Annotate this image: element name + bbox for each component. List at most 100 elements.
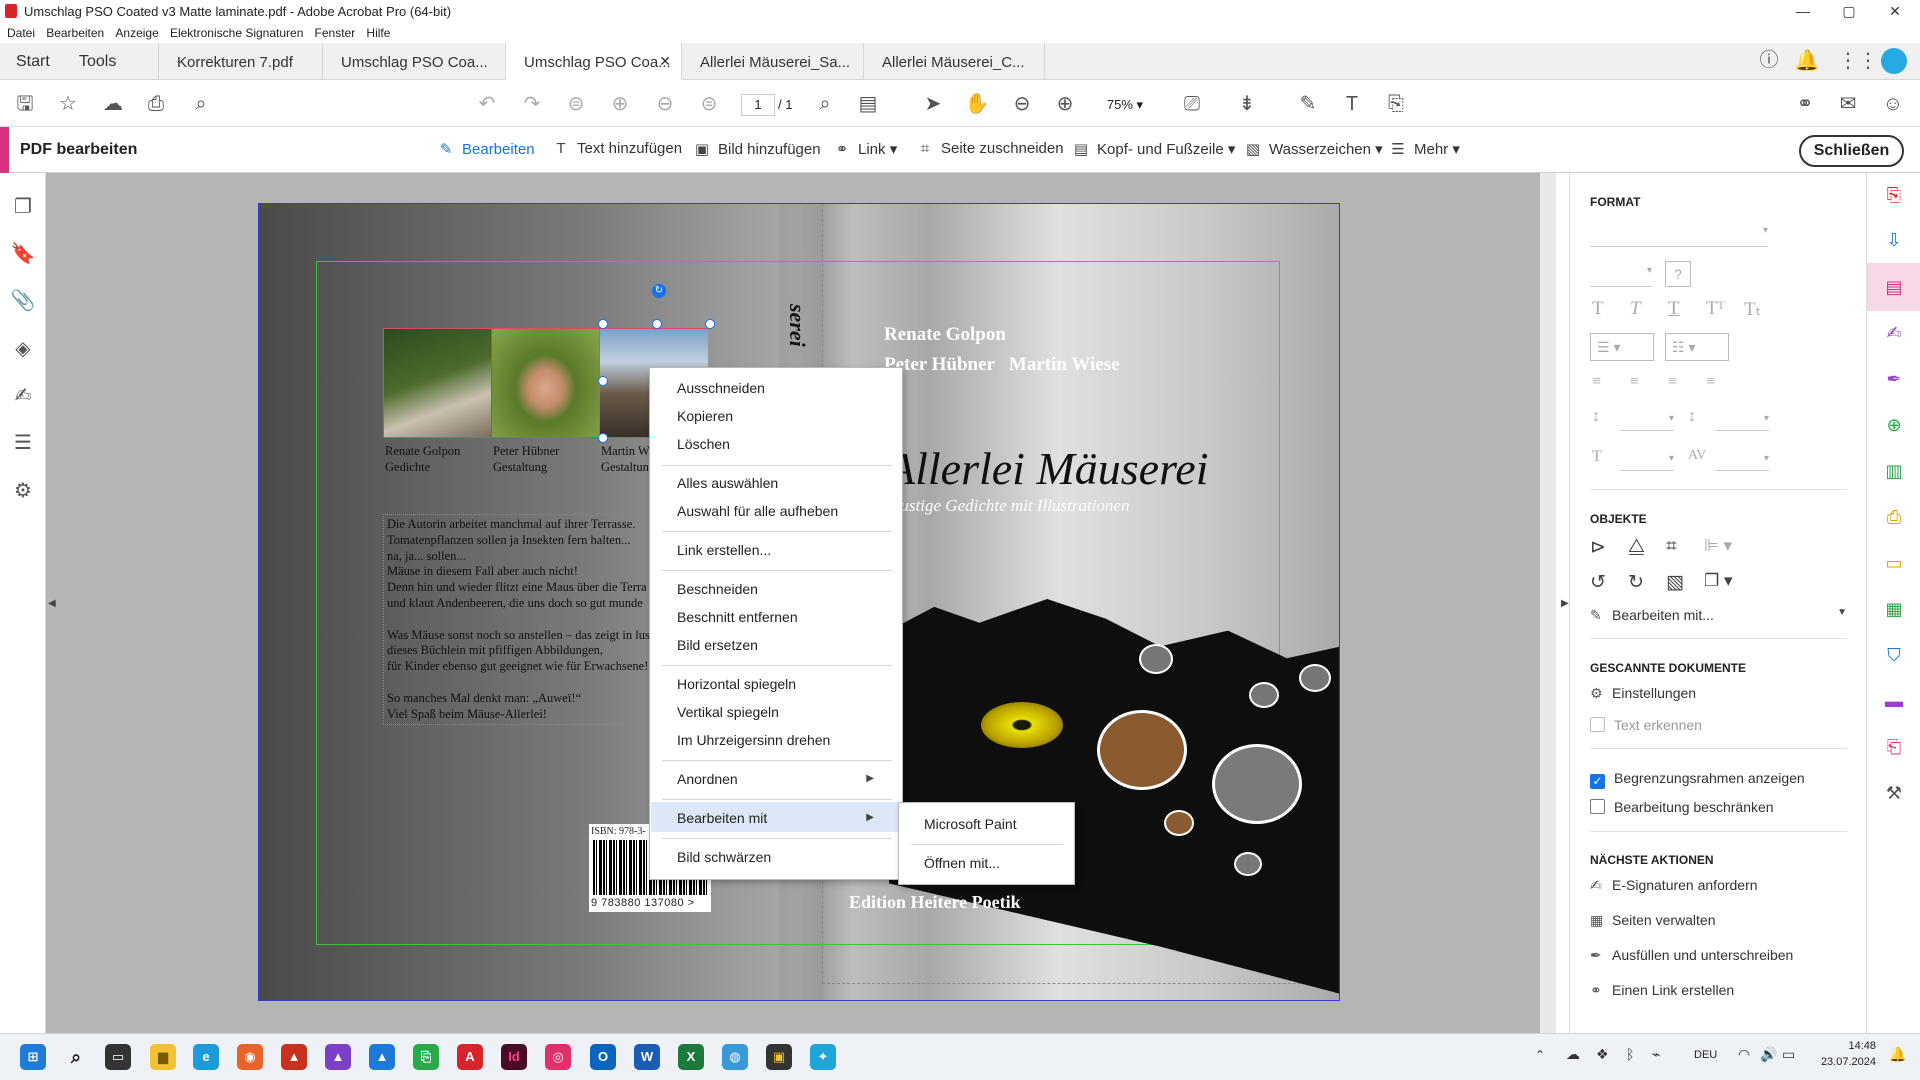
star-icon[interactable]: ☆ [53, 90, 83, 118]
paragraph-spacing-select[interactable]: ▾ [1715, 413, 1769, 431]
save-icon[interactable]: 🖫 [10, 90, 40, 118]
more-tools-icon[interactable]: ⚒ [1882, 781, 1906, 805]
menu-delete[interactable]: Löschen [677, 436, 730, 452]
rotate-handle-icon[interactable]: ↻ [652, 284, 666, 298]
menu-select-all[interactable]: Alles auswählen [677, 475, 778, 491]
last-page-icon[interactable]: ⊜ [694, 90, 724, 118]
menu-rotate-clockwise[interactable]: Im Uhrzeigersinn drehen [677, 732, 830, 748]
doc-tab-5[interactable]: Allerlei Mäuserei_C... [864, 43, 1045, 80]
prepare-form-icon[interactable]: ▦ [1882, 597, 1906, 621]
affinity-publisher-icon[interactable]: ▲ [281, 1044, 307, 1070]
affinity-designer-icon[interactable]: ▲ [369, 1044, 395, 1070]
signature-icon[interactable]: ✍ [10, 383, 36, 409]
language-indicator[interactable]: DEU [1694, 1049, 1717, 1061]
menu-copy[interactable]: Kopieren [677, 408, 733, 424]
fill-sign-tool-icon[interactable]: ✒ [1882, 367, 1906, 391]
zoom-select[interactable]: 75% ▾ [1095, 94, 1155, 116]
notification-icon[interactable]: 🔔 [1889, 1046, 1906, 1063]
outlook-icon[interactable]: O [590, 1044, 616, 1070]
scan-ocr-icon[interactable]: ⎙ [1882, 505, 1906, 529]
highlight-icon[interactable]: ✎ [1293, 90, 1323, 118]
mirror-icon[interactable]: ⧋ [1628, 536, 1645, 558]
submenu-open-with[interactable]: Öffnen mit... [924, 855, 1000, 871]
page-fit-icon[interactable]: ▤ [853, 90, 883, 118]
search-icon[interactable]: ⌕ [63, 1044, 89, 1070]
mail-icon[interactable]: ✉ [1833, 90, 1863, 118]
help-icon[interactable]: ⓘ [1754, 47, 1784, 75]
action-manage-pages[interactable]: ▦ Seiten verwalten [1590, 912, 1716, 929]
doc-tab-active[interactable]: Umschlag PSO Coa... ✕ [506, 43, 682, 80]
layers-icon[interactable]: ◈ [10, 336, 36, 362]
subscript-icon[interactable]: Tₜ [1744, 298, 1761, 321]
font-size-select[interactable]: ▾ [1590, 265, 1652, 287]
show-bounds-checkbox[interactable]: ✓ Begrenzungsrahmen anzeigen [1590, 770, 1805, 789]
attachment-icon[interactable]: 📎 [10, 288, 36, 314]
globe-app-icon[interactable]: ◍ [722, 1044, 748, 1070]
char-spacing-icon[interactable]: AV [1688, 448, 1706, 464]
line-spacing-icon[interactable]: ↕ [1592, 408, 1600, 426]
menu-datei[interactable]: Datei [7, 26, 35, 40]
rotate-left-icon[interactable]: ↺ [1590, 571, 1606, 594]
stamp-icon[interactable]: ⎘ [1381, 90, 1411, 118]
action-create-link[interactable]: ⚭ Einen Link erstellen [1590, 982, 1734, 999]
apps-grid-icon[interactable]: ⋮⋮⋮ [1838, 47, 1898, 75]
next-page-icon[interactable]: ⊖ [650, 90, 680, 118]
tool-watermark[interactable]: ▧ Wasserzeichen ▾ [1243, 140, 1383, 158]
content-icon[interactable]: ☰ [10, 430, 36, 456]
bullet-list-icon[interactable]: ☰ ▾ [1590, 333, 1654, 361]
char-spacing-select[interactable]: ▾ [1715, 453, 1769, 471]
menu-fenster[interactable]: Fenster [315, 26, 356, 40]
menu-signaturen[interactable]: Elektronische Signaturen [170, 26, 303, 40]
edge-icon[interactable]: e [193, 1044, 219, 1070]
menu-replace-image[interactable]: Bild ersetzen [677, 637, 758, 653]
dropbox-icon[interactable]: ❖ [1596, 1046, 1609, 1063]
usb-icon[interactable]: ⌁ [1652, 1046, 1660, 1063]
text-underline-icon[interactable]: T [1668, 298, 1680, 320]
settings-item[interactable]: ⚙ Einstellungen [1590, 685, 1696, 702]
clock-date[interactable]: 23.07.2024 [1808, 1056, 1876, 1068]
tool-text-hinzufuegen[interactable]: T Text hinzufügen [551, 140, 682, 157]
font-select[interactable]: ▾ [1590, 225, 1768, 247]
avatar[interactable] [1881, 48, 1907, 74]
compress-icon[interactable]: ⎗ [1882, 735, 1906, 759]
paragraph-spacing-icon[interactable]: ↕ [1688, 408, 1696, 426]
text-normal-icon[interactable]: T [1592, 298, 1604, 320]
arrange-icon[interactable]: ❐ ▾ [1704, 571, 1733, 591]
text-italic-icon[interactable]: T [1630, 298, 1641, 320]
menu-anzeige[interactable]: Anzeige [115, 26, 158, 40]
battery-icon[interactable]: ▭ [1782, 1046, 1795, 1063]
resize-handle-tr[interactable] [705, 319, 715, 329]
tab-tools[interactable]: Tools [79, 53, 116, 71]
edit-pdf-icon[interactable]: ▤ [1882, 275, 1906, 299]
volume-icon[interactable]: 🔊 [1760, 1046, 1777, 1063]
cloud-icon[interactable]: ☁ [1566, 1046, 1580, 1063]
bluetooth-icon[interactable]: ᛒ [1626, 1046, 1634, 1062]
menu-crop[interactable]: Beschneiden [677, 581, 758, 597]
organize-pages-icon[interactable]: ▥ [1882, 459, 1906, 483]
acrobat-taskbar-icon[interactable]: A [457, 1044, 483, 1070]
windows-start-icon[interactable]: ⊞ [20, 1044, 46, 1070]
back-cover-blurb[interactable]: Die Autorin arbeitet manchmal auf ihrer … [383, 514, 658, 726]
edit-with-dropdown[interactable]: ✎ Bearbeiten mit... ▼ [1590, 607, 1847, 624]
zoom-area-icon[interactable]: ⌕ [810, 90, 840, 118]
menu-create-link[interactable]: Link erstellen... [677, 542, 771, 558]
account-icon[interactable]: ☺ [1878, 90, 1908, 118]
tool-bearbeiten[interactable]: ✎ Bearbeiten [436, 140, 535, 158]
doc-tab-4[interactable]: Allerlei Mäuserei_Sa... [682, 43, 864, 80]
bird-app-icon[interactable]: ✦ [810, 1044, 836, 1070]
menu-remove-crop[interactable]: Beschnitt entfernen [677, 609, 798, 625]
menu-redact-image[interactable]: Bild schwärzen [677, 849, 771, 865]
resize-handle-ml[interactable] [598, 376, 608, 386]
vertical-scrollbar[interactable] [1540, 173, 1556, 1033]
task-view-icon[interactable]: ▭ [105, 1044, 131, 1070]
undo-icon[interactable]: ↶ [472, 90, 502, 118]
collapse-right-icon[interactable]: ▶ [1561, 598, 1569, 609]
comment-icon[interactable]: ▭ [1882, 551, 1906, 575]
scale-icon[interactable]: T [1592, 448, 1602, 466]
restrict-editing-checkbox[interactable]: Bearbeitung beschränken [1590, 799, 1774, 815]
zoom-in-icon[interactable]: ⊕ [1050, 90, 1080, 118]
tool-header-footer[interactable]: ▤ Kopf- und Fußzeile ▾ [1071, 140, 1236, 158]
green-app-icon[interactable]: ⎘ [413, 1044, 439, 1070]
align-center-icon[interactable]: ≡ [1630, 373, 1639, 391]
media-app-icon[interactable]: ▣ [766, 1044, 792, 1070]
